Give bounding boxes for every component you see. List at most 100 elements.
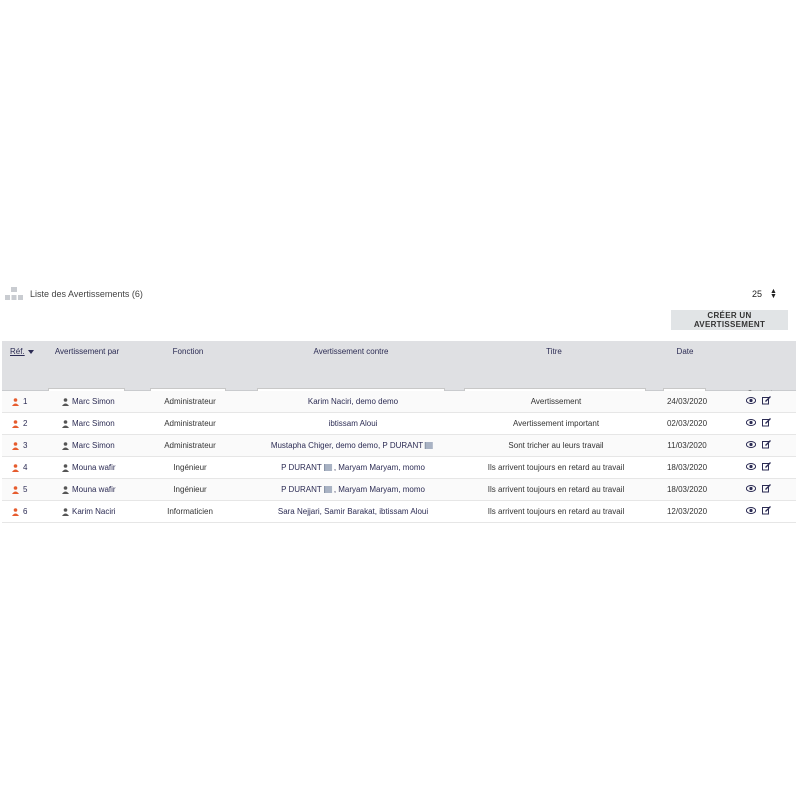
per-page-value: 25 xyxy=(752,289,763,299)
table-row[interactable]: 5 Mouna wafir Ingénieur P DURANT , Maryam… xyxy=(2,479,796,501)
against-cell[interactable]: P DURANT , Maryam Maryam, momo xyxy=(281,463,425,472)
against-cell[interactable]: ibtissam Aloui xyxy=(329,419,378,428)
filter-row xyxy=(2,361,796,402)
edit-icon[interactable] xyxy=(762,396,771,405)
user-warning-icon xyxy=(12,397,19,406)
table-row[interactable]: 2 Marc Simon Administrateur ibtissam Alo… xyxy=(2,413,796,435)
edit-icon[interactable] xyxy=(762,484,771,493)
column-function[interactable]: Fonction xyxy=(173,347,204,356)
by-name: Mouna wafir xyxy=(72,485,116,494)
by-name: Marc Simon xyxy=(72,419,115,428)
by-link[interactable]: Karim Naciri xyxy=(62,507,116,516)
ref-link[interactable]: 5 xyxy=(12,485,27,494)
edit-icon[interactable] xyxy=(762,418,771,427)
page-title: Liste des Avertissements (6) xyxy=(30,289,143,299)
create-warning-button[interactable]: Créer un avertissement xyxy=(671,310,788,330)
ref-number: 4 xyxy=(23,463,28,472)
row-actions xyxy=(746,440,777,449)
table-header: Réf. Avertissement par Fonction Avertiss… xyxy=(2,341,796,361)
column-date[interactable]: Date xyxy=(677,347,694,356)
table-row[interactable]: 1 Marc Simon Administrateur Karim Naciri… xyxy=(2,391,796,413)
by-link[interactable]: Marc Simon xyxy=(62,419,115,428)
row-actions xyxy=(746,418,777,427)
date-cell: 24/03/2020 xyxy=(666,397,708,406)
page-title-text: Liste des Avertissements xyxy=(30,289,130,299)
ref-link[interactable]: 4 xyxy=(12,463,27,472)
sort-down-icon xyxy=(27,349,34,354)
date-cell: 18/03/2020 xyxy=(666,485,708,494)
eye-icon[interactable] xyxy=(746,485,756,492)
by-name: Marc Simon xyxy=(72,397,115,406)
edit-icon[interactable] xyxy=(762,506,771,515)
user-icon xyxy=(62,441,69,450)
ref-link[interactable]: 2 xyxy=(12,419,27,428)
edit-icon[interactable] xyxy=(762,440,771,449)
column-title[interactable]: Titre xyxy=(546,347,562,356)
by-name: Marc Simon xyxy=(72,441,115,450)
eye-icon[interactable] xyxy=(746,419,756,426)
against-cell[interactable]: Sara Nejjari, Samir Barakat, ibtissam Al… xyxy=(278,507,428,516)
user-warning-icon xyxy=(12,507,19,516)
row-actions xyxy=(746,396,777,405)
eye-icon[interactable] xyxy=(746,397,756,404)
function-cell: Ingénieur xyxy=(173,485,207,494)
table-row[interactable]: 3 Marc Simon Administrateur Mustapha Chi… xyxy=(2,435,796,457)
date-cell: 02/03/2020 xyxy=(666,419,708,428)
per-page-select[interactable]: 25 ▲ ▼ xyxy=(752,288,777,300)
title-cell: Avertissement xyxy=(530,397,582,406)
by-link[interactable]: Mouna wafir xyxy=(62,485,116,494)
against-names-a: P DURANT xyxy=(281,463,322,472)
title-cell: Ils arrivent toujours en retard au trava… xyxy=(487,507,625,516)
by-link[interactable]: Marc Simon xyxy=(62,441,115,450)
against-names-a: P DURANT xyxy=(281,485,322,494)
by-link[interactable]: Mouna wafir xyxy=(62,463,116,472)
date-cell: 12/03/2020 xyxy=(666,507,708,516)
document-icon xyxy=(425,442,434,450)
ref-number: 6 xyxy=(23,507,28,516)
by-name: Mouna wafir xyxy=(72,463,116,472)
warnings-table: Réf. Avertissement par Fonction Avertiss… xyxy=(2,341,796,523)
user-warning-icon xyxy=(12,419,19,428)
user-icon xyxy=(62,485,69,494)
date-cell: 11/03/2020 xyxy=(667,441,707,450)
by-name: Karim Naciri xyxy=(72,507,116,516)
user-warning-icon xyxy=(12,485,19,494)
column-ref-sort[interactable]: Réf. xyxy=(10,347,34,356)
against-names-b: , Maryam Maryam, momo xyxy=(333,463,425,472)
ref-number: 2 xyxy=(23,419,28,428)
table-row[interactable]: 6 Karim Naciri Informaticien Sara Nejjar… xyxy=(2,501,796,523)
row-actions xyxy=(746,462,777,471)
function-cell: Administrateur xyxy=(164,419,216,428)
eye-icon[interactable] xyxy=(746,463,756,470)
list-icon xyxy=(5,287,23,300)
ref-link[interactable]: 1 xyxy=(12,397,27,406)
user-icon xyxy=(62,419,69,428)
ref-number: 1 xyxy=(23,397,28,406)
table-row[interactable]: 4 Mouna wafir Ingénieur P DURANT , Maryam… xyxy=(2,457,796,479)
ref-link[interactable]: 6 xyxy=(12,507,27,516)
title-cell: Ils arrivent toujours en retard au trava… xyxy=(487,463,625,472)
by-link[interactable]: Marc Simon xyxy=(62,397,115,406)
ref-link[interactable]: 3 xyxy=(12,441,27,450)
against-cell[interactable]: Karim Naciri, demo demo xyxy=(308,397,398,406)
title-cell: Sont tricher au leurs travail xyxy=(508,441,604,450)
list-header: Liste des Avertissements (6) xyxy=(5,287,143,301)
title-cell: Avertissement important xyxy=(512,419,600,428)
function-cell: Administrateur xyxy=(164,397,216,406)
against-cell[interactable]: P DURANT , Maryam Maryam, momo xyxy=(281,485,425,494)
column-by[interactable]: Avertissement par xyxy=(55,347,119,356)
function-cell: Informaticien xyxy=(167,507,213,516)
updown-arrows-icon: ▲ ▼ xyxy=(770,288,777,300)
column-against[interactable]: Avertissement contre xyxy=(314,347,389,356)
user-icon xyxy=(62,507,69,516)
against-cell[interactable]: Mustapha Chiger, demo demo, P DURANT xyxy=(271,441,435,450)
ref-number: 3 xyxy=(23,441,28,450)
document-icon xyxy=(323,486,332,494)
eye-icon[interactable] xyxy=(746,507,756,514)
against-names-b: , Maryam Maryam, momo xyxy=(333,485,425,494)
user-warning-icon xyxy=(12,441,19,450)
title-cell: Ils arrivent toujours en retard au trava… xyxy=(487,485,625,494)
edit-icon[interactable] xyxy=(762,462,771,471)
date-cell: 18/03/2020 xyxy=(666,463,708,472)
eye-icon[interactable] xyxy=(746,441,756,448)
